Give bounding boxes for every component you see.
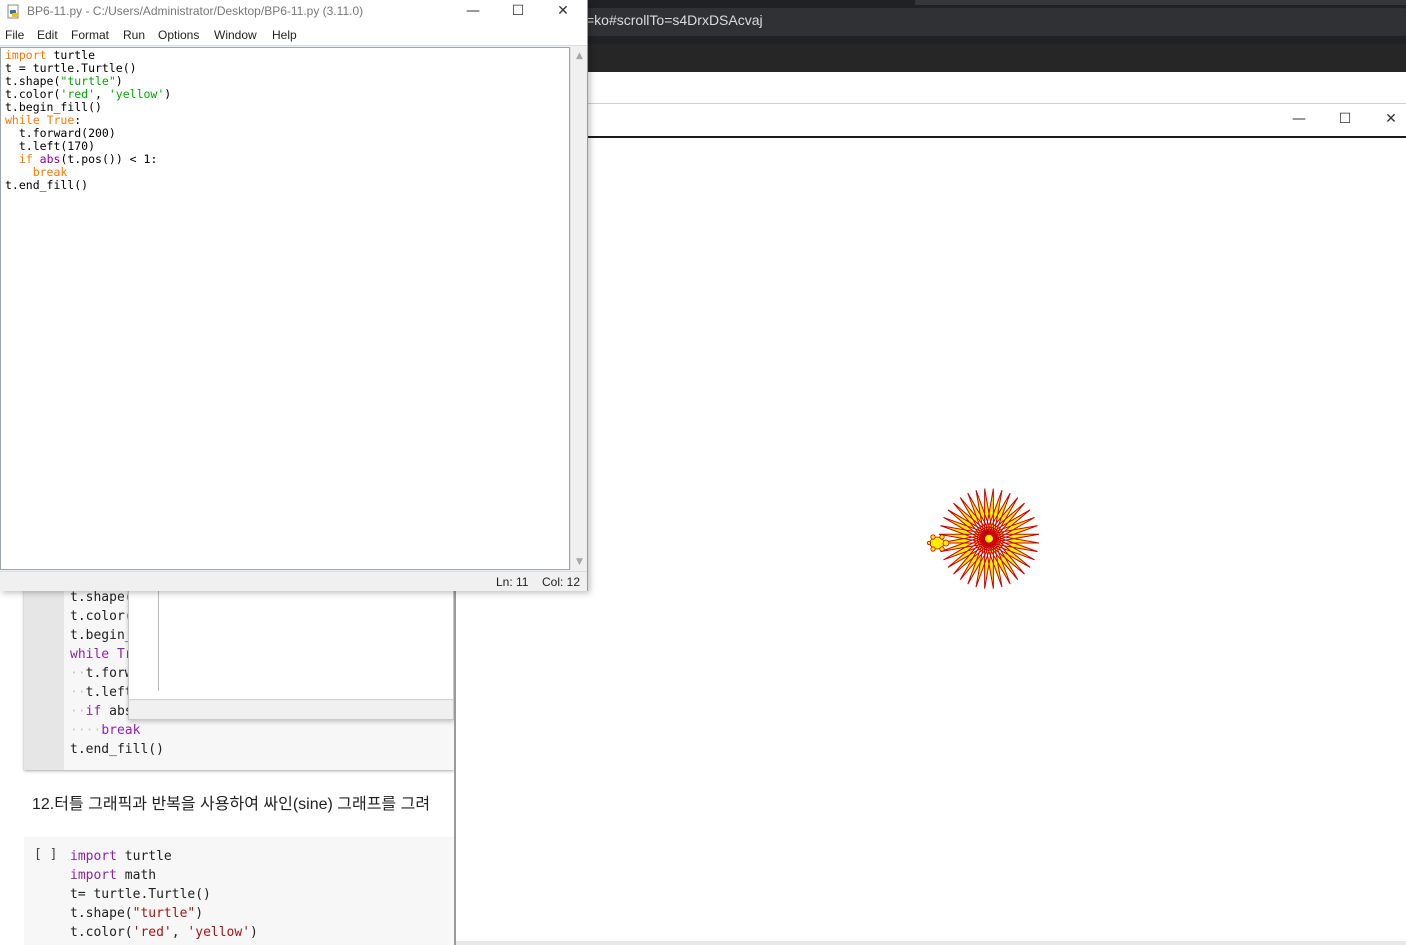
code-keyword: import — [70, 868, 117, 883]
code-cell[interactable]: [ ] import turtle import math t= turtle.… — [24, 837, 454, 945]
minimize-button[interactable]: — — [1276, 104, 1322, 134]
cell-code[interactable]: import turtle import math t= turtle.Turt… — [70, 847, 258, 942]
code-line: turtle — [46, 48, 96, 62]
cell-gutter — [24, 572, 64, 770]
browser-bookmark-bar — [586, 44, 1406, 72]
turtle-cursor-icon — [926, 534, 950, 552]
code-keyword: break — [101, 723, 141, 738]
turtle-drawing — [926, 488, 1040, 589]
browser-address-bar[interactable]: =ko#scrollTo=s4DrxDSAcvaj — [586, 8, 1406, 36]
code-string: 'yellow' — [187, 925, 251, 940]
code-line: t.shape( — [5, 74, 61, 88]
code-line: t.left — [85, 685, 133, 700]
code-line: t.color( — [5, 87, 61, 101]
code-line: ) — [250, 925, 258, 940]
menu-bar: File Edit Format Run Options Window Help — [0, 24, 587, 46]
run-cell-button[interactable]: [ ] — [34, 847, 57, 862]
autocomplete-footer — [129, 699, 453, 719]
column-number: Col: 12 — [542, 575, 581, 589]
close-button[interactable]: ✕ — [1368, 104, 1406, 134]
code-line: ) — [195, 906, 204, 921]
python-file-icon — [7, 4, 19, 19]
indent-guide: ·· — [70, 666, 86, 681]
code-line: t.begin_ — [70, 628, 133, 643]
code-line: t.begin_fill() — [5, 100, 102, 114]
menu-window[interactable]: Window — [214, 28, 257, 42]
code-line: math — [116, 868, 157, 883]
code-line: turtle — [116, 849, 172, 864]
menu-help[interactable]: Help — [272, 28, 297, 42]
code-line: t.forw — [85, 666, 133, 681]
code-keyword: if — [85, 704, 102, 719]
code-line: t.shape( — [70, 906, 133, 921]
maximize-button[interactable]: ☐ — [1322, 104, 1368, 134]
code-keyword: while — [5, 113, 40, 127]
code-keyword: while — [70, 647, 110, 662]
code-line: , — [95, 87, 109, 101]
maximize-button[interactable]: ☐ — [495, 0, 541, 22]
code-line: (t.pos()) < 1: — [60, 152, 158, 166]
code-string: "turtle" — [60, 74, 116, 88]
code-line: t= turtle.Turtle() — [70, 887, 211, 902]
markdown-text: 12.터틀 그래픽과 반복을 사용하여 싸인(sine) 그래프를 그려 — [32, 796, 431, 813]
turtle-canvas — [456, 140, 1406, 942]
browser-tab-strip — [915, 0, 1406, 5]
scroll-up-arrow-icon[interactable]: ▲ — [571, 47, 588, 64]
editor-text[interactable]: import turtle t = turtle.Turtle() t.shap… — [5, 49, 171, 192]
code-string: 'yellow' — [108, 87, 165, 101]
minimize-button[interactable]: — — [450, 0, 496, 22]
code-line: ) — [164, 87, 172, 101]
code-keyword: if — [18, 152, 33, 166]
code-string: "turtle" — [132, 906, 196, 921]
code-string: 'red' — [60, 87, 96, 101]
menu-format[interactable]: Format — [71, 28, 109, 42]
code-editor[interactable]: import turtle t = turtle.Turtle() t.shap… — [0, 47, 570, 570]
idle-editor-window[interactable]: BP6-11.py - C:/Users/Administrator/Deskt… — [0, 0, 588, 591]
menu-edit[interactable]: Edit — [37, 28, 58, 42]
code-line: t.end_fill() — [70, 742, 164, 757]
code-line: t.forward(200) — [5, 126, 116, 140]
turtle-titlebar[interactable]: ics — ☐ ✕ — [456, 104, 1406, 138]
code-line: t.color( — [70, 609, 133, 624]
code-keyword: import — [5, 48, 47, 62]
code-line: t.left(170) — [5, 139, 96, 153]
code-line: t.end_fill() — [5, 178, 89, 192]
menu-run[interactable]: Run — [123, 28, 145, 42]
idle-titlebar[interactable]: BP6-11.py - C:/Users/Administrator/Deskt… — [0, 0, 587, 24]
menu-file[interactable]: File — [5, 28, 24, 42]
code-line: t.shape( — [70, 590, 133, 605]
code-line: , — [171, 925, 188, 940]
code-line: t.color( — [70, 925, 133, 940]
indent-guide: ·· — [70, 685, 86, 700]
indent-guide: ·· — [70, 704, 86, 719]
menu-options[interactable]: Options — [158, 28, 199, 42]
window-bottom-edge — [456, 941, 1406, 945]
code-keyword: break — [32, 165, 68, 179]
window-title: BP6-11.py - C:/Users/Administrator/Deskt… — [27, 4, 364, 18]
vertical-scrollbar[interactable]: ▲ ▼ — [570, 47, 587, 570]
code-line: : — [74, 113, 82, 127]
status-bar: Ln: 11 Col: 12 — [0, 571, 587, 591]
turtle-graphics-window[interactable]: ics — ☐ ✕ — [454, 103, 1406, 945]
code-string: 'red' — [132, 925, 172, 940]
code-keyword: import — [70, 849, 117, 864]
code-keyword: True — [46, 113, 75, 127]
address-text: =ko#scrollTo=s4DrxDSAcvaj — [586, 12, 763, 28]
autocomplete-popup[interactable] — [128, 582, 454, 720]
close-button[interactable]: ✕ — [540, 0, 586, 22]
indent-guide: ···· — [70, 723, 102, 738]
code-line: t = turtle.Turtle() — [5, 61, 137, 75]
autocomplete-list[interactable] — [129, 583, 159, 691]
code-line: ) — [115, 74, 123, 88]
code-builtin: abs — [39, 152, 61, 166]
star-shape — [938, 488, 1040, 589]
line-number: Ln: 11 — [496, 575, 529, 589]
scroll-down-arrow-icon[interactable]: ▼ — [571, 553, 588, 570]
